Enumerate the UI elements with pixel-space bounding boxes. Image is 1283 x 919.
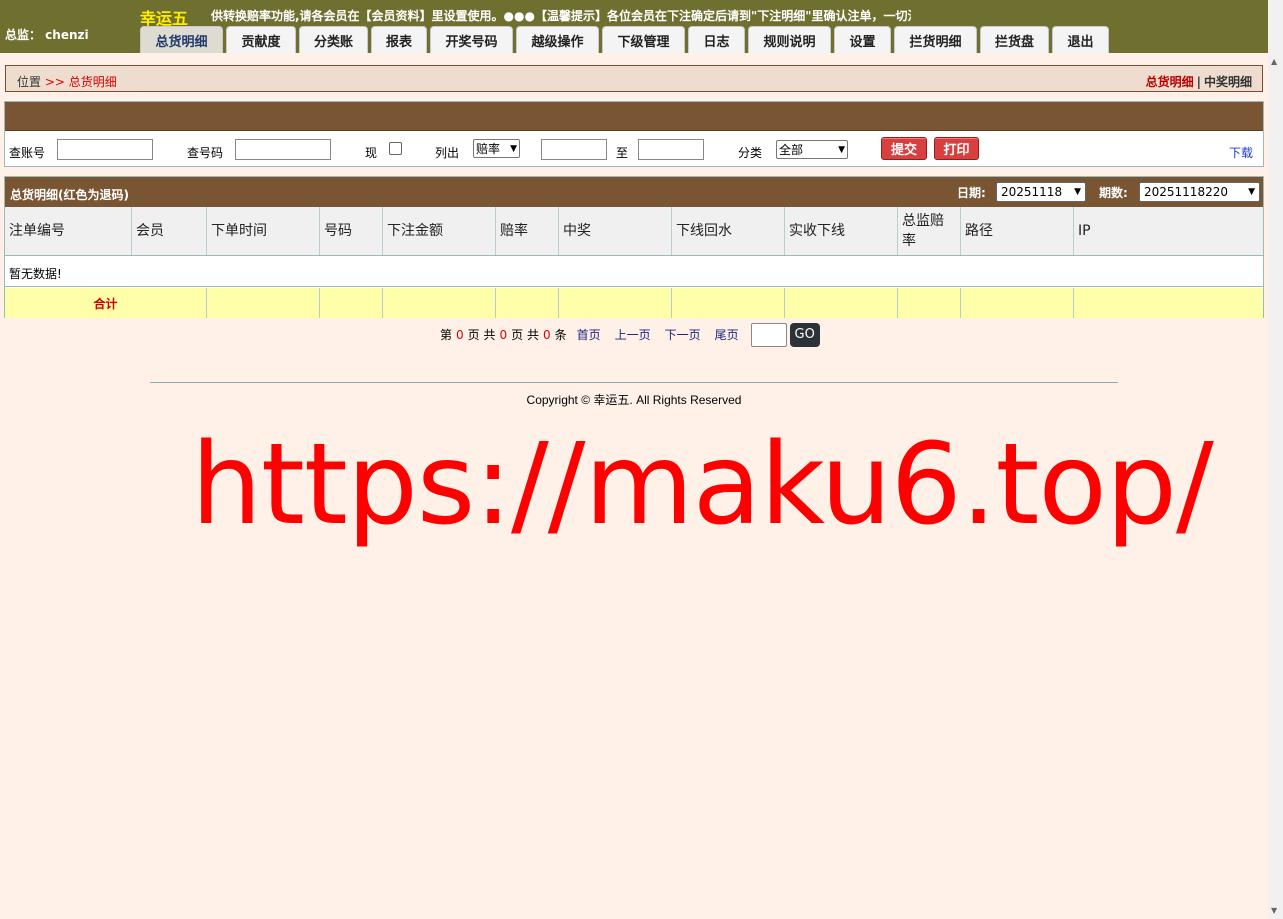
account-label: 查账号 (9, 146, 46, 160)
tab-log[interactable]: 日志 (688, 26, 745, 53)
period-select[interactable]: 20251118220 ▼ (1139, 182, 1260, 202)
total-items: 0 (542, 327, 551, 342)
copyright-text: Copyright © 幸运五. All Rights Reserved (526, 393, 742, 407)
tab-sub-management[interactable]: 下级管理 (602, 26, 685, 53)
col-odds: 赔率 (496, 207, 559, 255)
total-label: 合计 (93, 296, 118, 311)
tab-intercept-board[interactable]: 拦货盘 (980, 26, 1049, 53)
tab-settings[interactable]: 设置 (834, 26, 891, 53)
results-panel: 总货明细(红色为退码) 日期: 20251118 ▼ 期数: 2025111822… (4, 176, 1264, 318)
total-pages: 0 (499, 327, 508, 342)
col-order-time: 下单时间 (207, 207, 320, 255)
list-select[interactable]: 赔率 ▼ (473, 139, 520, 158)
tab-report[interactable]: 报表 (371, 26, 427, 53)
col-number: 号码 (320, 207, 383, 255)
print-button[interactable]: 打印 (934, 137, 979, 160)
category-label: 分类 (738, 146, 763, 160)
tab-category-ledger[interactable]: 分类账 (299, 26, 368, 53)
range-to-input[interactable] (638, 139, 704, 160)
col-director-odds: 总监赔率 (898, 207, 961, 255)
next-page-link[interactable]: 下一页 (665, 326, 701, 343)
link-total-detail[interactable]: 总货明细 (1146, 75, 1194, 89)
list-label: 列出 (435, 146, 460, 160)
col-winnings: 中奖 (559, 207, 672, 255)
tab-draw-numbers[interactable]: 开奖号码 (430, 26, 513, 53)
total-row: 合计 (5, 288, 1263, 318)
account-input[interactable] (57, 139, 153, 160)
breadcrumb-current: 总货明细 (68, 75, 117, 89)
col-bet-amount: 下注金额 (383, 207, 496, 255)
scroll-up-icon[interactable]: ▲ (1271, 57, 1277, 66)
results-header: 总货明细(红色为退码) 日期: 20251118 ▼ 期数: 2025111822… (5, 177, 1263, 207)
page-jump-input[interactable] (750, 322, 787, 347)
go-button[interactable]: GO (789, 322, 820, 347)
notice-marquee: 供转换赔率功能,请各会员在【会员资料】里设置使用。●●●【温馨提示】各位会员在下… (211, 9, 911, 23)
chevron-down-icon: ▼ (510, 143, 517, 154)
col-ip: IP (1078, 223, 1091, 239)
period-label: 期数: (1099, 186, 1128, 200)
submit-button[interactable]: 提交 (881, 137, 927, 160)
col-sub-rebate: 下线回水 (672, 207, 785, 255)
tab-contribution[interactable]: 贡献度 (226, 26, 296, 53)
date-select[interactable]: 20251118 ▼ (996, 182, 1086, 202)
now-label: 现 (365, 146, 378, 160)
breadcrumb-separator: >> (44, 75, 65, 89)
tab-logout[interactable]: 退出 (1052, 26, 1109, 53)
range-from-input[interactable] (541, 139, 607, 160)
search-panel-header (5, 102, 1263, 131)
col-order-id: 注单编号 (5, 207, 132, 255)
chevron-down-icon: ▼ (1074, 187, 1081, 197)
tab-rules[interactable]: 规则说明 (748, 26, 831, 53)
chevron-down-icon: ▼ (1248, 187, 1255, 197)
pagination: 第 0 页 共 0 页 共 0 条 首页 上一页 下一页 尾页 GO (440, 322, 820, 347)
search-panel: 查账号 查号码 现 列出 赔率 ▼ 至 分类 全部 ▼ 提交 打印 下载 (4, 101, 1264, 167)
category-select[interactable]: 全部 ▼ (776, 140, 848, 159)
to-label: 至 (616, 146, 629, 160)
user-label: 总监： chenzi (5, 28, 89, 42)
breadcrumb: 位置 >> 总货明细 总货明细 | 中奖明细 (5, 65, 1263, 92)
download-link[interactable]: 下载 (1229, 144, 1253, 161)
number-input[interactable] (235, 139, 331, 160)
table-header-row: 注单编号 会员 下单时间 号码 下注金额 赔率 中奖 下线回水 实收下线 总监赔… (5, 207, 1263, 256)
breadcrumb-location: 位置 (17, 75, 42, 89)
link-winning-detail[interactable]: 中奖明细 (1204, 75, 1252, 89)
number-label: 查号码 (187, 146, 224, 160)
col-received: 实收下线 (785, 207, 898, 255)
tab-intercept-detail[interactable]: 拦货明细 (894, 26, 977, 53)
current-page: 0 (456, 327, 464, 342)
tab-total-detail[interactable]: 总货明细 (140, 26, 223, 53)
now-checkbox[interactable] (389, 142, 402, 155)
vertical-scrollbar[interactable]: ▲ ▼ (1268, 0, 1283, 919)
scroll-down-icon[interactable]: ▼ (1271, 906, 1277, 915)
link-divider: | (1196, 75, 1201, 89)
footer-divider (150, 382, 1118, 383)
empty-message: 暂无数据! (9, 267, 62, 281)
results-title: 总货明细(红色为退码) (10, 188, 129, 202)
tab-skip-level[interactable]: 越级操作 (516, 26, 599, 53)
main-nav: 总货明细 贡献度 分类账 报表 开奖号码 越级操作 下级管理 日志 规则说明 设… (140, 26, 1112, 53)
date-label: 日期: (957, 186, 986, 200)
table-row: 暂无数据! (5, 257, 1263, 287)
last-page-link[interactable]: 尾页 (715, 326, 739, 343)
prev-page-link[interactable]: 上一页 (615, 326, 651, 343)
col-path: 路径 (961, 207, 1074, 255)
top-header: 总监： chenzi 幸运五 供转换赔率功能,请各会员在【会员资料】里设置使用。… (0, 0, 1268, 53)
first-page-link[interactable]: 首页 (577, 326, 601, 343)
chevron-down-icon: ▼ (838, 144, 845, 155)
col-member: 会员 (132, 207, 207, 255)
watermark-url: https://maku6.top/ (191, 420, 1214, 550)
